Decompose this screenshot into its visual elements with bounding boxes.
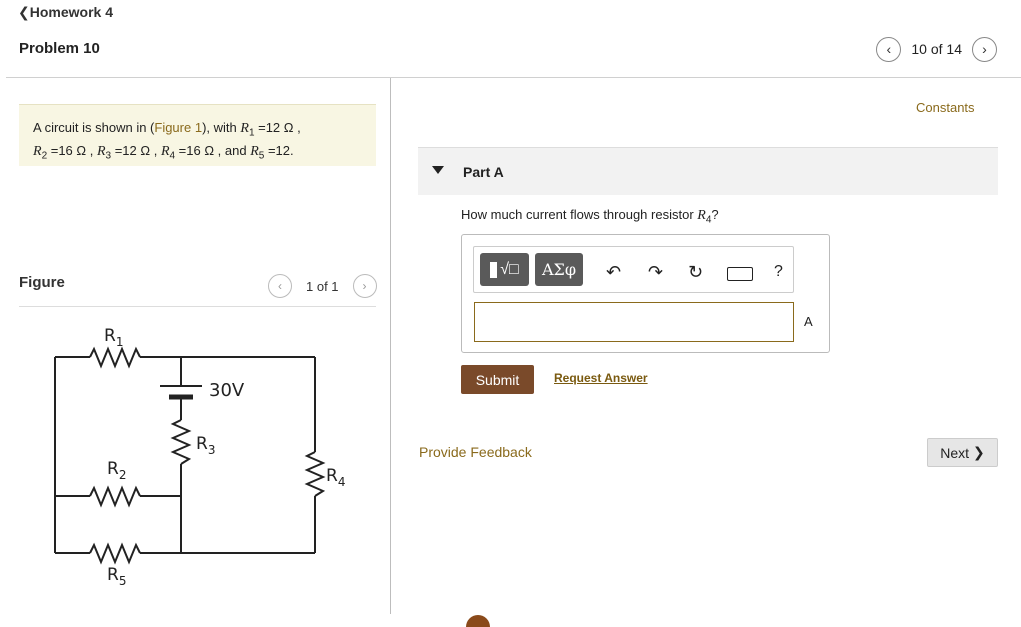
undo-icon[interactable]: ↶	[606, 262, 621, 283]
label-r5: R5	[107, 565, 126, 588]
answer-input[interactable]	[474, 302, 794, 342]
next-button[interactable]: Next ❯	[927, 438, 998, 467]
redo-icon[interactable]: ↷	[648, 262, 663, 283]
constants-link[interactable]: Constants	[916, 100, 975, 115]
chevron-right-icon: ❯	[972, 444, 985, 460]
collapse-triangle-icon[interactable]	[432, 166, 444, 174]
label-r2: R2	[107, 459, 126, 482]
reset-icon[interactable]: ↻	[688, 262, 703, 283]
circuit-diagram: 30V R1 R2 R3 R4 R5	[54, 326, 345, 588]
resistor-r5	[89, 542, 141, 565]
greek-symbols-button[interactable]: ΑΣφ	[535, 253, 583, 286]
part-a-header[interactable]	[418, 148, 998, 195]
label-r1: R1	[104, 326, 123, 349]
provide-feedback-link[interactable]: Provide Feedback	[419, 444, 532, 460]
part-a-label: Part A	[463, 164, 504, 180]
battery-label: 30V	[209, 380, 245, 401]
chevron-left-icon: ‹	[886, 41, 892, 57]
resistor-r1	[89, 346, 141, 369]
question-text: How much current flows through resistor …	[461, 207, 719, 226]
problem-counter: 10 of 14	[911, 41, 962, 57]
keyboard-icon[interactable]	[727, 267, 753, 281]
templates-button[interactable]: √□	[480, 253, 529, 286]
problem-pager: ‹ 10 of 14 ›	[876, 36, 997, 62]
scroll-indicator	[466, 615, 490, 627]
chevron-right-icon: ›	[982, 41, 987, 57]
answer-unit: A	[804, 314, 813, 329]
label-r4: R4	[326, 466, 345, 489]
next-problem-button[interactable]: ›	[972, 36, 997, 62]
previous-problem-button[interactable]: ‹	[876, 36, 902, 62]
submit-button[interactable]: Submit	[461, 365, 534, 394]
column-divider	[390, 78, 391, 614]
block-icon	[490, 261, 498, 278]
resistor-r4	[304, 451, 326, 497]
resistor-r3	[170, 419, 192, 465]
resistor-r2	[89, 485, 141, 508]
request-answer-link[interactable]: Request Answer	[554, 371, 648, 385]
help-button[interactable]: ?	[774, 263, 783, 281]
label-r3: R3	[196, 434, 215, 457]
